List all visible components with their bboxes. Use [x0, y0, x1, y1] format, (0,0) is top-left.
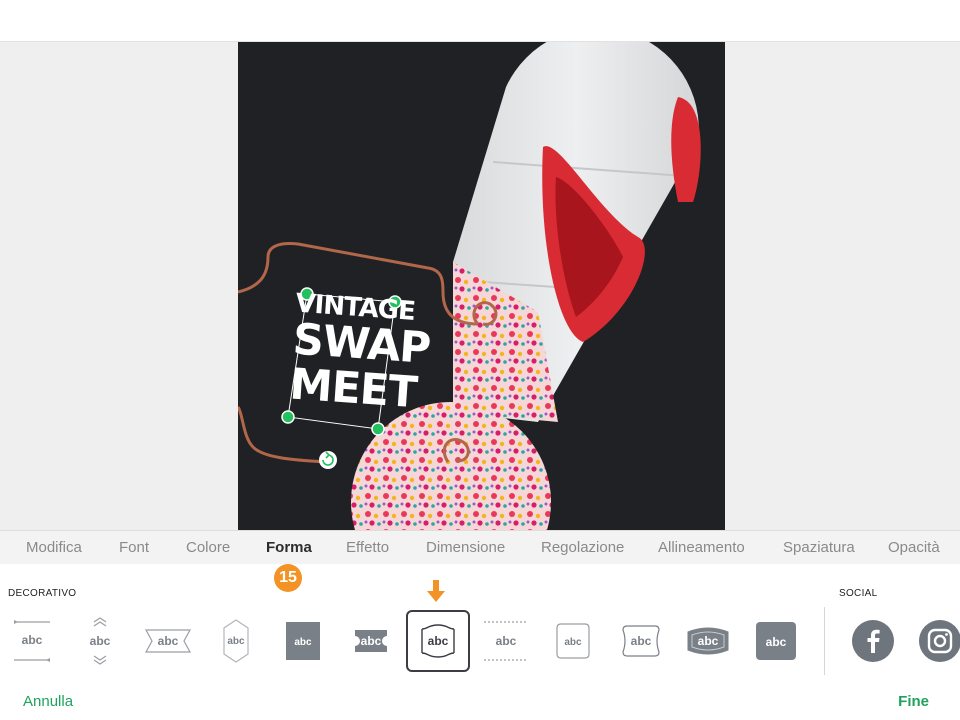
menu-item-effetto[interactable]: Effetto — [346, 539, 389, 556]
sample-text: abc — [698, 634, 719, 648]
style-tile-2[interactable]: abc — [68, 610, 132, 672]
style-tile-12[interactable]: abc — [744, 610, 808, 672]
title-text[interactable]: VINTAGE SWAP MEET — [287, 285, 432, 428]
sample-text: abc — [564, 637, 582, 648]
style-tile-4[interactable]: abc — [204, 610, 268, 672]
sample-text: abc — [631, 634, 652, 648]
sample-text: abc — [158, 634, 179, 648]
section-divider — [824, 607, 825, 675]
done-button[interactable]: Fine — [898, 693, 929, 710]
style-tile-3[interactable]: abc — [136, 610, 200, 672]
style-tile-11[interactable]: abc — [676, 610, 740, 672]
menu-item-opacita[interactable]: Opacità — [888, 539, 940, 556]
style-tile-10[interactable]: abc — [609, 610, 673, 672]
style-tile-8[interactable]: abc — [474, 610, 538, 672]
sample-text: abc — [496, 634, 517, 648]
facebook-icon[interactable] — [852, 620, 894, 662]
decorative-section-label: DECORATIVO — [8, 588, 77, 599]
menu-item-allineamento[interactable]: Allineamento — [658, 539, 745, 556]
style-tile-7-selected[interactable]: abc — [406, 610, 470, 672]
sample-text: abc — [294, 637, 312, 648]
sample-text: abc — [22, 633, 43, 647]
rotate-icon[interactable] — [319, 451, 337, 469]
style-tile-1[interactable]: abc — [0, 610, 64, 672]
style-tile-6[interactable]: abc — [339, 610, 403, 672]
step-badge: 15 — [274, 564, 302, 592]
sample-text: abc — [428, 634, 449, 648]
title-line-3: MEET — [288, 359, 419, 419]
sample-text: abc — [766, 635, 787, 649]
sample-text: abc — [361, 634, 382, 648]
menu-item-dimensione[interactable]: Dimensione — [426, 539, 505, 556]
top-bar — [0, 0, 960, 42]
cancel-button[interactable]: Annulla — [23, 693, 73, 710]
menu-item-regolazione[interactable]: Regolazione — [541, 539, 624, 556]
social-section-label: SOCIAL — [839, 588, 878, 599]
instagram-icon[interactable] — [919, 620, 960, 662]
edit-menu-bar: Modifica Font Colore Forma Effetto Dimen… — [0, 530, 960, 564]
menu-item-forma[interactable]: Forma — [266, 539, 312, 556]
menu-item-modifica[interactable]: Modifica — [26, 539, 82, 556]
style-tile-9[interactable]: abc — [541, 610, 605, 672]
sample-text: abc — [227, 636, 245, 647]
menu-item-font[interactable]: Font — [119, 539, 149, 556]
down-arrow-icon — [427, 580, 445, 602]
style-tile-5[interactable]: abc — [271, 610, 335, 672]
menu-item-colore[interactable]: Colore — [186, 539, 230, 556]
menu-item-spaziatura[interactable]: Spaziatura — [783, 539, 855, 556]
sample-text: abc — [90, 634, 111, 648]
